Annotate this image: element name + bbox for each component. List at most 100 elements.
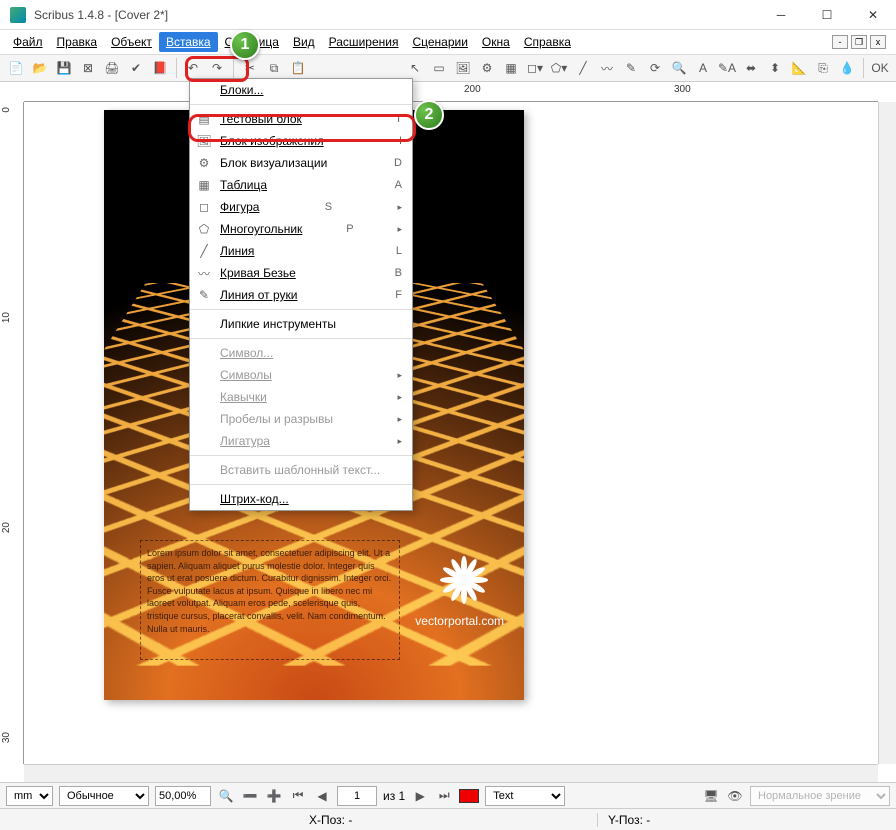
- canvas[interactable]: Lorem ipsum dolor sit amet, consectetuer…: [24, 102, 878, 764]
- next-page-icon[interactable]: ▶: [411, 787, 429, 805]
- menu-windows[interactable]: Окна: [475, 32, 517, 52]
- open-icon[interactable]: 📂: [30, 58, 50, 78]
- image-frame-icon[interactable]: 🖼: [453, 58, 473, 78]
- menu-item-bezier[interactable]: 〰Кривая БезьеB: [190, 262, 412, 284]
- paste-icon[interactable]: 📋: [288, 58, 308, 78]
- zoom-reset-icon[interactable]: 🔍: [217, 787, 235, 805]
- close-button[interactable]: ✕: [850, 0, 896, 30]
- unlink-frames-icon[interactable]: ⬍: [765, 58, 785, 78]
- vision-select[interactable]: Нормальное зрение: [750, 786, 890, 806]
- menu-item-frames[interactable]: Блоки...: [190, 79, 412, 101]
- polygon-icon[interactable]: ⬠▾: [549, 58, 569, 78]
- vertical-scrollbar[interactable]: [878, 102, 896, 764]
- menu-item-render-frame[interactable]: ⚙Блок визуализацииD: [190, 152, 412, 174]
- zoom-out-icon[interactable]: ➖: [241, 787, 259, 805]
- flower-logo-icon: [440, 556, 488, 604]
- shape-icon[interactable]: ◻▾: [525, 58, 545, 78]
- page-number-input[interactable]: [337, 786, 377, 806]
- cut-icon[interactable]: ✂: [240, 58, 260, 78]
- menu-edit[interactable]: Правка: [50, 32, 105, 52]
- brand-text: vectorportal.com: [415, 614, 504, 628]
- mdi-close[interactable]: x: [870, 35, 886, 49]
- undo-icon[interactable]: ↶: [183, 58, 203, 78]
- mdi-minimize[interactable]: -: [832, 35, 848, 49]
- menubar: Файл Правка Объект Вставка Страница Вид …: [0, 30, 896, 54]
- mdi-restore[interactable]: ❐: [851, 35, 867, 49]
- vertical-ruler: 0 10 20 30: [0, 102, 24, 764]
- table-icon: ▦: [196, 177, 212, 193]
- table-icon[interactable]: ▦: [501, 58, 521, 78]
- pdf-icon[interactable]: 📕: [150, 58, 170, 78]
- position-bar: X-Поз: - Y-Поз: -: [0, 808, 896, 830]
- save-icon[interactable]: 💾: [54, 58, 74, 78]
- new-icon[interactable]: 📄: [6, 58, 26, 78]
- first-page-icon[interactable]: ⏮: [289, 787, 307, 805]
- menu-help[interactable]: Справка: [517, 32, 578, 52]
- ruler-tick: 200: [464, 84, 481, 95]
- annotation-badge-1: 1: [230, 30, 260, 60]
- page-total-label: из 1: [383, 789, 405, 803]
- cms-icon[interactable]: 🖥: [702, 787, 720, 805]
- menu-item-freehand[interactable]: ✎Линия от рукиF: [190, 284, 412, 306]
- preview-quality-select[interactable]: Обычное: [59, 786, 149, 806]
- menu-item-polygon[interactable]: ⬠МногоугольникP▸: [190, 218, 412, 240]
- line-icon[interactable]: ╱: [573, 58, 593, 78]
- link-frames-icon[interactable]: ⬌: [741, 58, 761, 78]
- last-page-icon[interactable]: ⏭: [435, 787, 453, 805]
- check-icon[interactable]: ✔: [126, 58, 146, 78]
- zoom-icon[interactable]: 🔍: [669, 58, 689, 78]
- layer-color-swatch: [459, 789, 479, 803]
- ruler-tick: 10: [1, 312, 12, 323]
- copy-props-icon[interactable]: ⎘: [813, 58, 833, 78]
- menu-extensions[interactable]: Расширения: [322, 32, 406, 52]
- bezier-icon[interactable]: 〰: [597, 58, 617, 78]
- menu-file[interactable]: Файл: [6, 32, 50, 52]
- minimize-button[interactable]: ─: [758, 0, 804, 30]
- menu-item-image-frame[interactable]: 🖼Блок изображенияI: [190, 130, 412, 152]
- toolbar: 📄 📂 💾 ⊠ 🖨 ✔ 📕 ↶ ↷ ✂ ⧉ 📋 ↖ ▭ 🖼 ⚙ ▦ ◻▾ ⬠▾ …: [0, 54, 896, 82]
- horizontal-ruler: 100 200 300: [24, 82, 878, 102]
- status-bar: mm Обычное 🔍 ➖ ➕ ⏮ ◀ из 1 ▶ ⏭ Text 🖥 👁 Н…: [0, 782, 896, 808]
- horizontal-scrollbar[interactable]: [24, 764, 878, 782]
- rotate-icon[interactable]: ⟳: [645, 58, 665, 78]
- text-frame-icon[interactable]: ▭: [429, 58, 449, 78]
- window-title: Scribus 1.4.8 - [Cover 2*]: [34, 8, 758, 22]
- measure-icon[interactable]: 📐: [789, 58, 809, 78]
- menu-item-sticky-tools[interactable]: Липкие инструменты: [190, 313, 412, 335]
- eyedropper-icon[interactable]: 💧: [837, 58, 857, 78]
- render-frame-icon: ⚙: [196, 155, 212, 171]
- print-icon[interactable]: 🖨: [102, 58, 122, 78]
- pdf-tools-icon[interactable]: OK: [870, 58, 890, 78]
- render-frame-icon[interactable]: ⚙: [477, 58, 497, 78]
- zoom-in-icon[interactable]: ➕: [265, 787, 283, 805]
- text-frame-icon: ▤: [196, 111, 212, 127]
- image-frame-icon: 🖼: [196, 133, 212, 149]
- redo-icon[interactable]: ↷: [207, 58, 227, 78]
- menu-item-quotes: Кавычки▸: [190, 386, 412, 408]
- freehand-icon[interactable]: ✎: [621, 58, 641, 78]
- close-doc-icon[interactable]: ⊠: [78, 58, 98, 78]
- workarea: 100 200 300 0 10 20 30 Lorem ipsum dolor…: [0, 82, 896, 782]
- preview-icon[interactable]: 👁: [726, 787, 744, 805]
- ruler-tick: 20: [1, 522, 12, 533]
- menu-object[interactable]: Объект: [104, 32, 159, 52]
- prev-page-icon[interactable]: ◀: [313, 787, 331, 805]
- menu-insert[interactable]: Вставка: [159, 32, 218, 52]
- layer-select[interactable]: Text: [485, 786, 565, 806]
- lorem-text-frame[interactable]: Lorem ipsum dolor sit amet, consectetuer…: [140, 540, 400, 660]
- menu-item-barcode[interactable]: Штрих-код...: [190, 488, 412, 510]
- menu-view[interactable]: Вид: [286, 32, 322, 52]
- zoom-input[interactable]: [155, 786, 211, 806]
- menu-item-shape[interactable]: ◻ФигураS▸: [190, 196, 412, 218]
- menu-item-line[interactable]: ╱ЛинияL: [190, 240, 412, 262]
- annotation-badge-2: 2: [414, 100, 444, 130]
- menu-item-table[interactable]: ▦ТаблицаA: [190, 174, 412, 196]
- copy-icon[interactable]: ⧉: [264, 58, 284, 78]
- select-icon[interactable]: ↖: [405, 58, 425, 78]
- menu-scripts[interactable]: Сценарии: [405, 32, 474, 52]
- unit-select[interactable]: mm: [6, 786, 53, 806]
- story-editor-icon[interactable]: ✎A: [717, 58, 737, 78]
- maximize-button[interactable]: ☐: [804, 0, 850, 30]
- edit-text-icon[interactable]: A: [693, 58, 713, 78]
- menu-item-text-frame[interactable]: ▤Тестовый блокT: [190, 108, 412, 130]
